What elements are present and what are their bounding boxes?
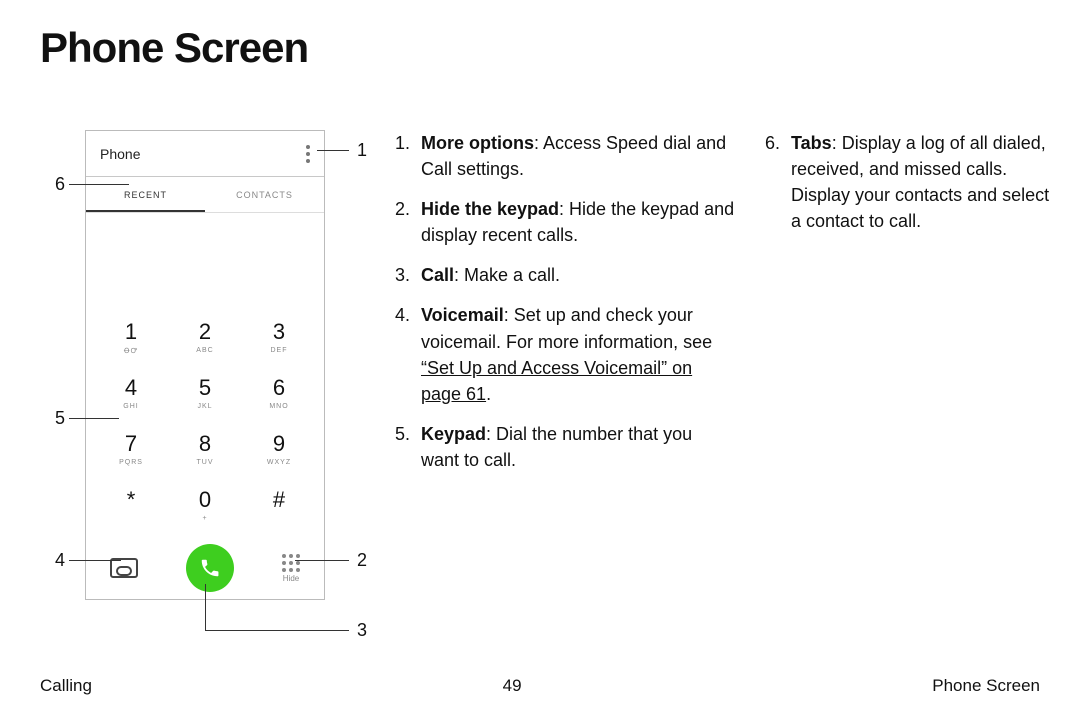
item-text: Tabs: Display a log of all dialed, recei… (791, 130, 1055, 234)
list-item: 1.More options: Access Speed dial and Ca… (395, 130, 735, 182)
keypad-grid-icon (282, 554, 300, 572)
cross-ref-link[interactable]: “Set Up and Access Voicemail” on page 61 (421, 358, 692, 404)
recent-blank-area (86, 213, 324, 309)
key-2[interactable]: 2 ABC (168, 309, 242, 365)
key-6[interactable]: 6 MNO (242, 365, 316, 421)
leader-2 (295, 560, 349, 561)
callout-2: 2 (357, 550, 367, 571)
key-sub: DEF (271, 347, 288, 355)
callout-1: 1 (357, 140, 367, 161)
key-num: 2 (199, 319, 211, 345)
leader-6 (69, 184, 129, 185)
phone-app-header: Phone (86, 131, 324, 177)
list-item: 2.Hide the keypad: Hide the keypad and d… (395, 196, 735, 248)
description-column-1: 1.More options: Access Speed dial and Ca… (395, 130, 735, 487)
footer-title: Phone Screen (932, 676, 1040, 696)
key-7[interactable]: 7 PQRS (94, 421, 168, 477)
key-1[interactable]: 1 ꝊꝌ (94, 309, 168, 365)
callout-5: 5 (55, 408, 65, 429)
key-num: 6 (273, 375, 285, 401)
key-num: 5 (199, 375, 211, 401)
item-bold: Voicemail (421, 305, 504, 325)
item-bold: More options (421, 133, 534, 153)
callout-6: 6 (55, 174, 65, 195)
key-sub: PQRS (119, 459, 143, 467)
item-text: Voicemail: Set up and check your voicema… (421, 302, 735, 406)
key-*[interactable]: * (94, 477, 168, 533)
key-0[interactable]: 0+ (168, 477, 242, 533)
key-num: 0 (199, 487, 211, 513)
key-sub: ABC (196, 347, 213, 355)
hide-label: Hide (283, 574, 299, 583)
item-number: 4. (395, 302, 421, 406)
item-bold: Tabs (791, 133, 832, 153)
key-sub: JKL (197, 403, 212, 411)
key-sub: WXYZ (267, 459, 291, 467)
item-number: 6. (765, 130, 791, 234)
phone-app-name: Phone (100, 146, 140, 162)
phone-icon (199, 557, 221, 579)
key-num: 8 (199, 431, 211, 457)
callout-4: 4 (55, 550, 65, 571)
item-bold: Call (421, 265, 454, 285)
item-text: Hide the keypad: Hide the keypad and dis… (421, 196, 735, 248)
item-number: 5. (395, 421, 421, 473)
list-item: 5.Keypad: Dial the number that you want … (395, 421, 735, 473)
leader-4 (69, 560, 121, 561)
item-number: 3. (395, 262, 421, 288)
footer-page-number: 49 (503, 676, 522, 696)
item-bold: Keypad (421, 424, 486, 444)
page-footer: Calling 49 Phone Screen (40, 676, 1040, 696)
item-text: More options: Access Speed dial and Call… (421, 130, 735, 182)
key-num: 4 (125, 375, 137, 401)
call-button[interactable] (186, 544, 234, 592)
key-#[interactable]: # (242, 477, 316, 533)
page-title: Phone Screen (40, 24, 308, 72)
tab-recent[interactable]: RECENT (86, 177, 205, 212)
leader-1 (317, 150, 349, 151)
footer-section: Calling (40, 676, 92, 696)
key-sub: TUV (197, 459, 214, 467)
leader-5 (69, 418, 119, 419)
key-9[interactable]: 9 WXYZ (242, 421, 316, 477)
more-options-icon[interactable] (306, 145, 310, 163)
figure: Phone RECENT CONTACTS 1 ꝊꝌ 2 ABC 3 DEF 4 GHI 5 JK… (55, 130, 385, 650)
key-num: 1 (125, 319, 137, 345)
description-column-2: 6.Tabs: Display a log of all dialed, rec… (765, 130, 1055, 248)
item-bold: Hide the keypad (421, 199, 559, 219)
tab-contacts[interactable]: CONTACTS (205, 177, 324, 212)
leader-3v (205, 584, 206, 630)
key-sub: GHI (123, 403, 138, 411)
hide-keypad-button[interactable]: Hide (282, 554, 300, 583)
list-item: 3.Call: Make a call. (395, 262, 735, 288)
leader-3h (205, 630, 349, 631)
keypad: 1ꝊꝌ2ABC3DEF4GHI5JKL6MNO7PQRS8TUV9WXYZ*0+… (86, 309, 324, 537)
tabs: RECENT CONTACTS (86, 177, 324, 213)
phone-mockup: Phone RECENT CONTACTS 1 ꝊꝌ 2 ABC 3 DEF 4 GHI 5 JK… (85, 130, 325, 600)
key-sub: + (202, 515, 207, 523)
voicemail-icon[interactable] (110, 558, 138, 578)
key-num: # (273, 487, 285, 513)
item-text: Call: Make a call. (421, 262, 560, 288)
list-item: 4.Voicemail: Set up and check your voice… (395, 302, 735, 406)
key-5[interactable]: 5 JKL (168, 365, 242, 421)
list-item: 6.Tabs: Display a log of all dialed, rec… (765, 130, 1055, 234)
key-num: * (127, 487, 136, 513)
key-3[interactable]: 3 DEF (242, 309, 316, 365)
callout-3: 3 (357, 620, 367, 641)
key-sub: ꝊꝌ (124, 347, 138, 355)
item-number: 2. (395, 196, 421, 248)
key-num: 3 (273, 319, 285, 345)
key-num: 7 (125, 431, 137, 457)
key-num: 9 (273, 431, 285, 457)
item-number: 1. (395, 130, 421, 182)
key-4[interactable]: 4 GHI (94, 365, 168, 421)
item-text: Keypad: Dial the number that you want to… (421, 421, 735, 473)
key-sub: MNO (269, 403, 288, 411)
key-8[interactable]: 8 TUV (168, 421, 242, 477)
